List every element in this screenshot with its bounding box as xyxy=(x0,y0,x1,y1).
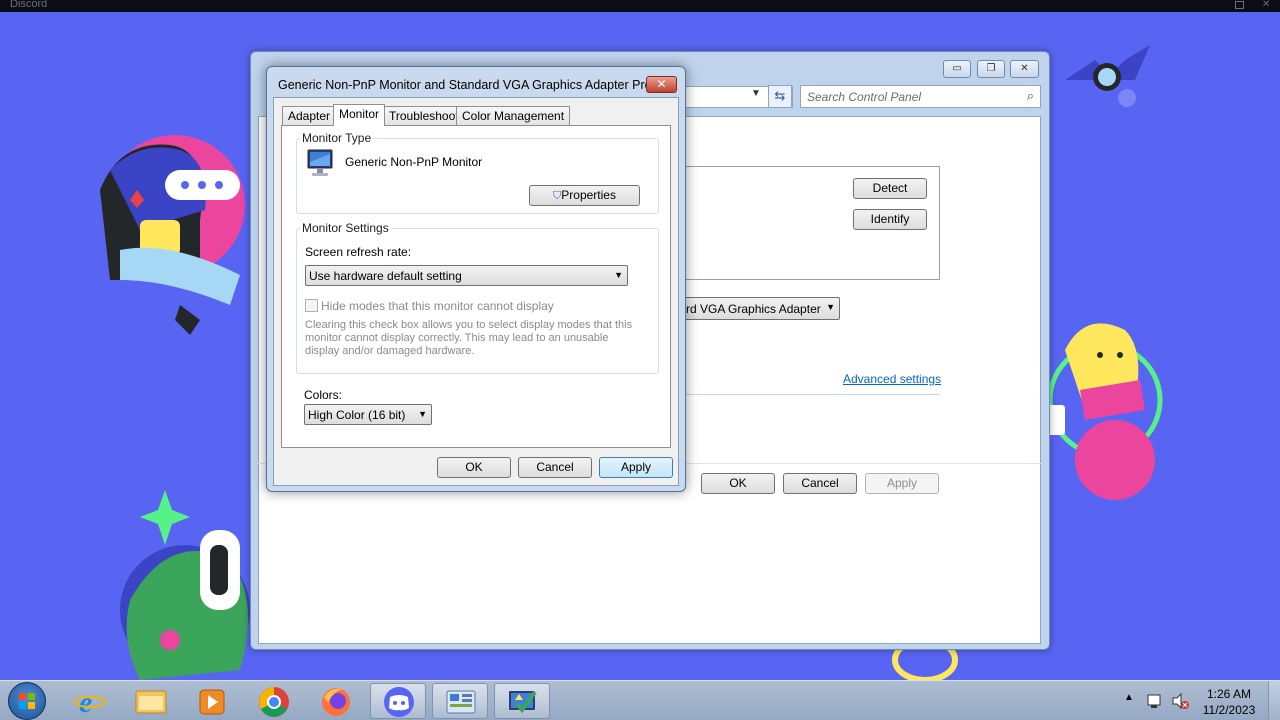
refresh-rate-dropdown[interactable]: Use hardware default setting ▼ xyxy=(305,265,628,286)
show-hidden-icons-button[interactable]: ▲ xyxy=(1124,692,1134,703)
taskbar-control-panel[interactable] xyxy=(432,683,488,719)
hide-modes-checkbox[interactable] xyxy=(305,299,318,312)
windows-logo-icon xyxy=(19,693,35,709)
taskbar-media-player[interactable] xyxy=(184,683,240,719)
monitor-properties-button[interactable]: ⛉Properties xyxy=(529,185,640,206)
tab-monitor[interactable]: Monitor xyxy=(333,104,386,126)
media-player-icon xyxy=(199,689,225,715)
dialog-close-button[interactable]: ✕ xyxy=(646,76,677,93)
back-ok-button[interactable]: OK xyxy=(701,473,775,494)
address-dropdown-icon[interactable]: ▼ xyxy=(751,88,761,99)
close-icon[interactable]: ✕ xyxy=(1262,0,1271,10)
control-panel-icon xyxy=(446,690,476,714)
firefox-icon xyxy=(322,688,350,716)
chevron-down-icon: ▼ xyxy=(614,270,623,280)
green-character-illustration xyxy=(120,490,250,680)
advanced-settings-link[interactable]: Advanced settings xyxy=(843,372,941,386)
taskbar-discord[interactable] xyxy=(370,683,426,719)
taskbar-windows-explorer[interactable] xyxy=(123,683,179,719)
monitor-type-heading: Monitor Type xyxy=(300,131,374,145)
search-input[interactable]: Search Control Panel ⌕ xyxy=(800,85,1041,108)
dialog-body: Adapter Monitor Troubleshoot Color Manag… xyxy=(273,97,679,486)
hooded-character-illustration xyxy=(100,135,245,335)
window-close-button[interactable]: ✕ xyxy=(1010,60,1039,78)
start-button[interactable] xyxy=(8,682,46,720)
display-adapter-dropdown[interactable]: rd VGA Graphics Adapter ▼ xyxy=(681,297,840,320)
refresh-button[interactable]: ⇆ xyxy=(768,85,792,108)
search-icon[interactable]: ⌕ xyxy=(1027,88,1034,104)
monitor-settings-heading: Monitor Settings xyxy=(300,221,391,235)
properties-label: Properties xyxy=(561,188,616,202)
action-center-icon[interactable] xyxy=(1145,691,1165,711)
restore-button[interactable]: ❐ xyxy=(977,60,1005,78)
svg-text:e: e xyxy=(79,686,92,719)
dialog-title: Generic Non-PnP Monitor and Standard VGA… xyxy=(278,78,663,92)
tab-adapter[interactable]: Adapter xyxy=(282,106,337,125)
monitor-tab-panel: Monitor Type Generic Non-PnP Monitor ⛉Pr… xyxy=(281,125,671,448)
monitor-icon xyxy=(307,149,333,176)
detect-button[interactable]: Detect xyxy=(853,178,927,199)
chevron-down-icon: ▼ xyxy=(418,409,427,419)
windows-taskbar: e ▲ 1:26 AM 11/2/2023 xyxy=(0,680,1280,720)
chevron-down-icon: ▼ xyxy=(826,302,835,312)
colors-dropdown[interactable]: High Color (16 bit) ▼ xyxy=(304,404,432,425)
adapter-properties-dialog: Generic Non-PnP Monitor and Standard VGA… xyxy=(266,66,686,492)
refresh-rate-value: Use hardware default setting xyxy=(309,269,462,283)
colors-label: Colors: xyxy=(304,388,343,402)
show-desktop-button[interactable] xyxy=(1268,681,1280,720)
back-apply-button[interactable]: Apply xyxy=(865,473,939,494)
ok-button[interactable]: OK xyxy=(437,457,511,478)
taskbar-display-settings[interactable] xyxy=(494,683,550,719)
taskbar-firefox[interactable] xyxy=(308,683,364,719)
discord-title: Discord xyxy=(10,0,48,10)
back-cancel-button[interactable]: Cancel xyxy=(783,473,857,494)
tab-color-management[interactable]: Color Management xyxy=(456,106,571,125)
colors-value: High Color (16 bit) xyxy=(308,408,406,422)
tab-troubleshoot[interactable]: Troubleshoot xyxy=(383,106,465,125)
yellow-character-illustration xyxy=(1045,323,1163,500)
hide-modes-help-text: Clearing this check box allows you to se… xyxy=(305,319,633,357)
discord-titlebar: Discord ✕ xyxy=(0,0,1280,12)
taskbar-chrome[interactable] xyxy=(246,683,302,719)
separator xyxy=(681,394,940,395)
identify-button[interactable]: Identify xyxy=(853,209,927,230)
hide-modes-label: Hide modes that this monitor cannot disp… xyxy=(321,299,554,313)
display-settings-icon xyxy=(509,690,537,714)
monitor-settings-group: Monitor Settings Screen refresh rate: Us… xyxy=(296,221,659,374)
volume-muted-icon[interactable] xyxy=(1170,691,1190,711)
maximize-icon[interactable] xyxy=(1235,1,1244,9)
clock-time: 1:26 AM xyxy=(1206,687,1252,701)
monitor-name: Generic Non-PnP Monitor xyxy=(345,155,483,169)
cancel-button[interactable]: Cancel xyxy=(518,457,592,478)
chrome-icon xyxy=(259,687,289,717)
clock[interactable]: 1:26 AM 11/2/2023 xyxy=(1192,686,1266,718)
minimize-button[interactable]: ▭ xyxy=(943,60,971,78)
taskbar-internet-explorer[interactable]: e xyxy=(62,683,118,719)
internet-explorer-icon: e xyxy=(74,686,106,719)
display-adapter-value: rd VGA Graphics Adapter xyxy=(686,302,821,316)
discord-icon xyxy=(384,687,414,717)
bat-character-illustration xyxy=(1065,45,1150,107)
folder-icon xyxy=(135,690,167,714)
clock-date: 11/2/2023 xyxy=(1202,703,1256,717)
search-placeholder: Search Control Panel xyxy=(807,90,922,104)
apply-button[interactable]: Apply xyxy=(599,457,673,478)
monitor-type-group: Monitor Type Generic Non-PnP Monitor ⛉Pr… xyxy=(296,131,659,214)
refresh-rate-label: Screen refresh rate: xyxy=(305,245,412,259)
